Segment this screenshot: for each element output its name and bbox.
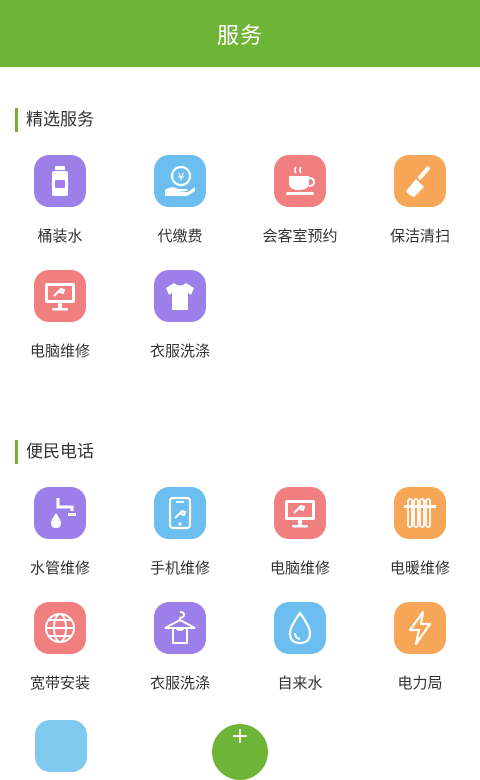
page-title: 服务 [216, 23, 263, 49]
service-label: 会客室预约 [262, 227, 338, 245]
service-bottled-water[interactable]: 桶装水 [0, 155, 120, 265]
water-bottle-icon [34, 155, 86, 207]
computer-repair-icon [274, 487, 326, 539]
service-label: 宽带安装 [29, 674, 90, 692]
water-drop-icon [274, 602, 326, 654]
computer-repair-icon [34, 270, 86, 322]
coffee-cup-icon [274, 155, 326, 207]
partial-service-icon[interactable] [35, 720, 87, 772]
broom-icon [394, 155, 446, 207]
service-label: 手机维修 [149, 559, 210, 577]
hotline-broadband-install[interactable]: 宽带安装 [0, 602, 120, 712]
service-label: 水管维修 [29, 559, 90, 577]
clothes-hanger-icon [154, 602, 206, 654]
service-label: 桶装水 [37, 227, 83, 245]
service-bill-payment[interactable]: ¥ 代缴费 [120, 155, 240, 265]
service-label: 自来水 [277, 674, 323, 692]
section-title-featured: 精选服务 [15, 108, 94, 132]
service-label: 电暖维修 [389, 559, 450, 577]
section-title-hotline: 便民电话 [15, 440, 94, 464]
plus-icon: + [230, 724, 250, 749]
payment-icon: ¥ [154, 155, 206, 207]
service-label: 电脑维修 [269, 559, 330, 577]
service-label: 衣服洗涤 [149, 674, 210, 692]
lightning-icon [394, 602, 446, 654]
service-label: 保洁清扫 [389, 227, 450, 245]
svg-text:¥: ¥ [178, 171, 185, 184]
service-label: 衣服洗涤 [149, 342, 210, 360]
service-laundry[interactable]: 衣服洗涤 [120, 270, 240, 380]
hotline-laundry[interactable]: 衣服洗涤 [120, 602, 240, 712]
hotline-heater-repair[interactable]: 电暖维修 [360, 487, 480, 597]
add-button[interactable]: + [212, 724, 268, 780]
phone-repair-icon [154, 487, 206, 539]
hotline-power-bureau[interactable]: 电力局 [360, 602, 480, 712]
service-meeting-room[interactable]: 会客室预约 [240, 155, 360, 265]
radiator-icon [394, 487, 446, 539]
water-pipe-icon [34, 487, 86, 539]
hotline-phone-repair[interactable]: 手机维修 [120, 487, 240, 597]
service-label: 电脑维修 [29, 342, 90, 360]
hotline-water-pipe-repair[interactable]: 水管维修 [0, 487, 120, 597]
service-cleaning[interactable]: 保洁清扫 [360, 155, 480, 265]
hotline-computer-repair[interactable]: 电脑维修 [240, 487, 360, 597]
service-label: 电力局 [397, 674, 443, 692]
globe-icon [34, 602, 86, 654]
service-computer-repair[interactable]: 电脑维修 [0, 270, 120, 380]
tshirt-icon [154, 270, 206, 322]
app-header: 服务 [0, 0, 480, 67]
hotline-tap-water[interactable]: 自来水 [240, 602, 360, 712]
service-label: 代缴费 [157, 227, 203, 245]
